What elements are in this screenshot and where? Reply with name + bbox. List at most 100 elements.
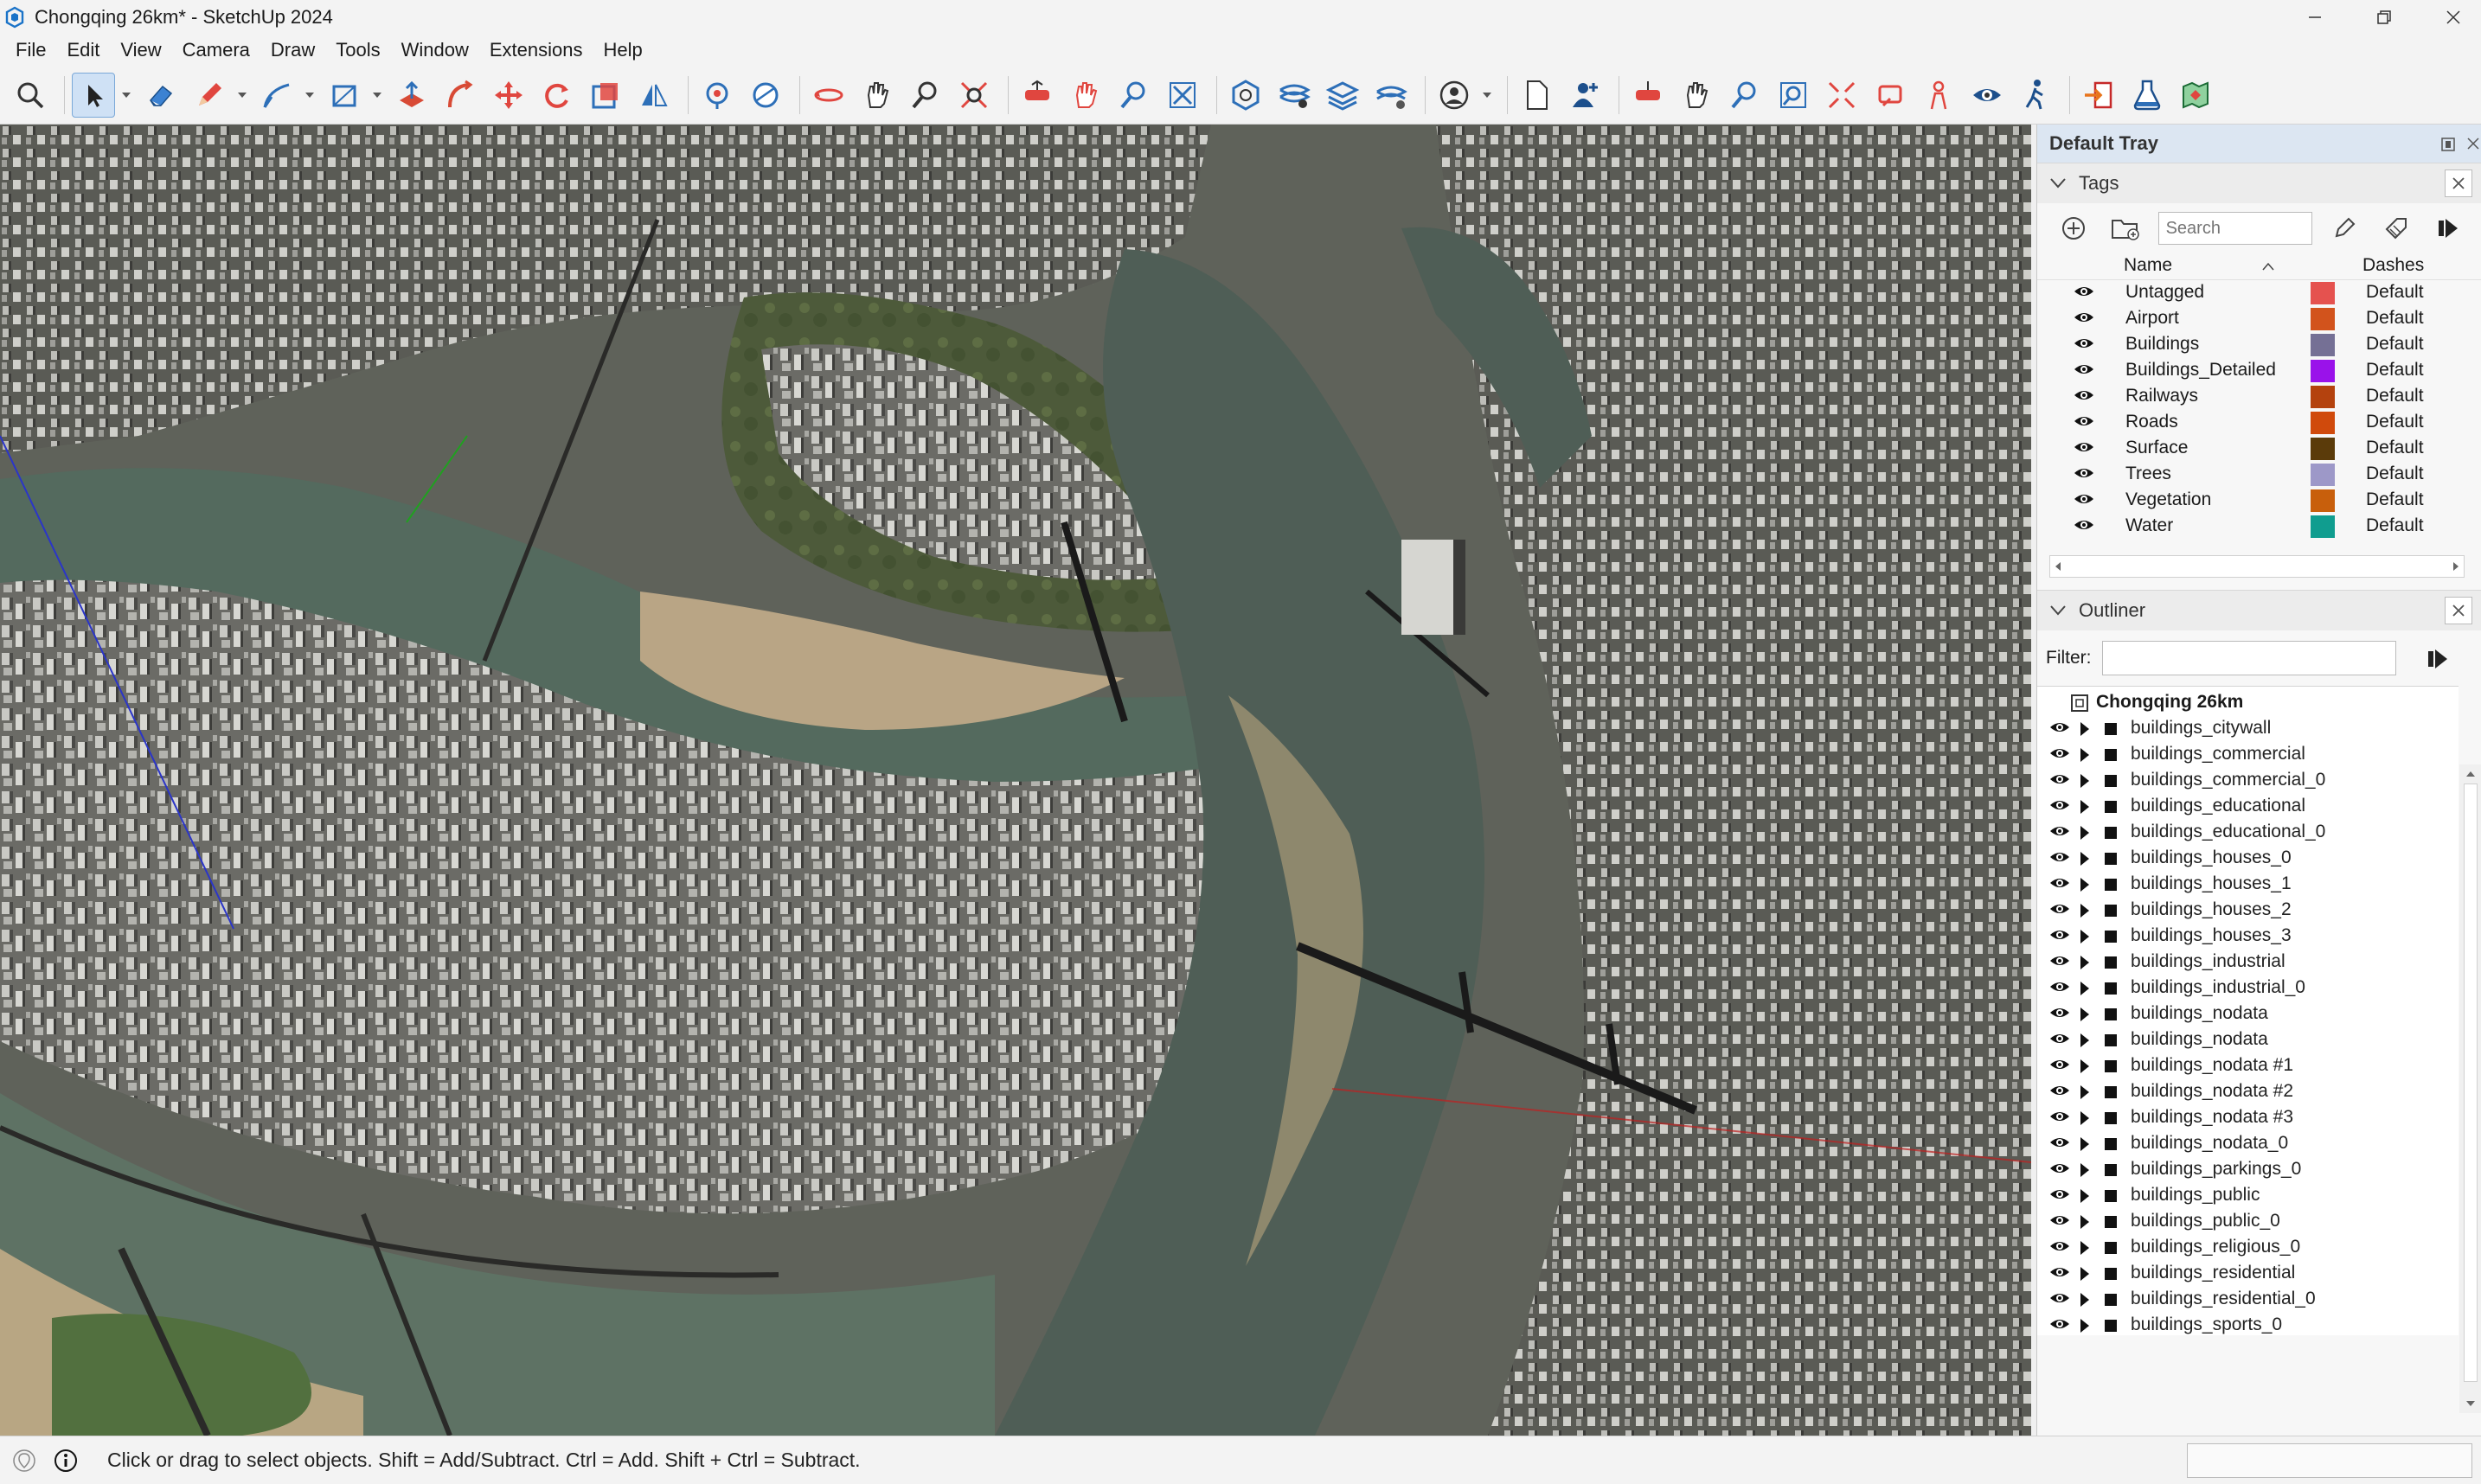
search-tool[interactable] [9, 73, 52, 118]
outliner-row[interactable]: buildings_educational_0 [2037, 820, 2459, 846]
tag-name[interactable]: Untagged [2125, 282, 2204, 303]
outliner-item-name[interactable]: buildings_residential_0 [2131, 1289, 2316, 1309]
outliner-row[interactable]: buildings_citywall [2037, 716, 2459, 742]
expand-arrow-icon[interactable] [2079, 877, 2091, 892]
expand-arrow-icon[interactable] [2079, 1214, 2091, 1230]
tags-panel-header[interactable]: Tags [2037, 163, 2481, 203]
expand-arrow-icon[interactable] [2079, 1136, 2091, 1152]
add-tag-button[interactable] [2055, 209, 2093, 247]
outliner-row[interactable]: buildings_religious_0 [2037, 1235, 2459, 1261]
menu-extensions[interactable]: Extensions [479, 35, 593, 66]
tags-horizontal-scrollbar[interactable] [2049, 555, 2465, 578]
menu-edit[interactable]: Edit [56, 35, 110, 66]
add-tag-folder-button[interactable] [2106, 209, 2144, 247]
zoom-window-tool[interactable] [1161, 73, 1204, 118]
outliner-row[interactable]: buildings_industrial [2037, 950, 2459, 975]
tag-name[interactable]: Roads [2125, 412, 2178, 432]
export-tool[interactable] [2077, 73, 2120, 118]
tags-col-dashes[interactable]: Dashes [2362, 255, 2424, 276]
zoom-extents-alt-tool[interactable] [1820, 73, 1863, 118]
tag-dashes[interactable]: Default [2366, 334, 2424, 355]
scale-tool[interactable] [584, 73, 627, 118]
expand-arrow-icon[interactable] [2079, 721, 2091, 737]
line-tool[interactable] [255, 73, 298, 118]
tag-row[interactable]: Trees Default [2037, 462, 2481, 488]
tag-name[interactable]: Vegetation [2125, 489, 2211, 510]
eye-visible-icon[interactable] [2074, 284, 2094, 299]
tag-dashes[interactable]: Default [2366, 489, 2424, 510]
previous-view-tool[interactable] [1869, 73, 1912, 118]
terrain-tool[interactable] [1369, 73, 1413, 118]
eye-visible-icon[interactable] [2049, 771, 2070, 787]
paint-bucket-tool[interactable] [696, 73, 739, 118]
move-tool[interactable] [487, 73, 530, 118]
outliner-row[interactable]: buildings_parkings_0 [2037, 1157, 2459, 1183]
tag-color-swatch[interactable] [2311, 464, 2335, 486]
outliner-row[interactable]: buildings_sports_0 [2037, 1313, 2459, 1339]
expand-arrow-icon[interactable] [2079, 929, 2091, 944]
tag-dashes[interactable]: Default [2366, 438, 2424, 458]
eye-visible-icon[interactable] [2049, 875, 2070, 891]
expand-arrow-icon[interactable] [2079, 1033, 2091, 1048]
maximize-button[interactable] [2346, 0, 2422, 35]
position-camera-tool[interactable] [1917, 73, 1960, 118]
zoom-alt-tool[interactable] [1112, 73, 1156, 118]
tag-name[interactable]: Airport [2125, 308, 2179, 329]
eraser-tool[interactable] [139, 73, 183, 118]
outliner-item-name[interactable]: buildings_nodata [2131, 1029, 2268, 1050]
eye-visible-icon[interactable] [2049, 979, 2070, 995]
outliner-row[interactable]: buildings_nodata #1 [2037, 1053, 2459, 1079]
eye-visible-icon[interactable] [2074, 361, 2094, 377]
tag-row[interactable]: Untagged Default [2037, 280, 2481, 306]
follow-me-tool[interactable] [439, 73, 482, 118]
eye-visible-icon[interactable] [2049, 1264, 2070, 1280]
expand-arrow-icon[interactable] [2079, 1292, 2091, 1308]
eye-visible-icon[interactable] [2049, 1316, 2070, 1332]
outliner-item-name[interactable]: buildings_nodata #1 [2131, 1055, 2293, 1076]
tags-details-button[interactable] [2429, 209, 2467, 247]
tag-row[interactable]: Roads Default [2037, 410, 2481, 436]
expand-arrow-icon[interactable] [2079, 1084, 2091, 1100]
line-dropdown[interactable] [304, 73, 316, 118]
outliner-panel-header[interactable]: Outliner [2037, 590, 2481, 630]
tag-dashes[interactable]: Default [2366, 464, 2424, 484]
outliner-item-name[interactable]: buildings_industrial_0 [2131, 977, 2305, 998]
outliner-row[interactable]: buildings_educational [2037, 794, 2459, 820]
zoom-window-alt-tool[interactable] [1772, 73, 1815, 118]
menu-tools[interactable]: Tools [325, 35, 390, 66]
walk-tool[interactable] [2014, 73, 2057, 118]
outliner-row[interactable]: buildings_houses_0 [2037, 846, 2459, 872]
rectangle-dropdown[interactable] [371, 73, 383, 118]
menu-file[interactable]: File [5, 35, 56, 66]
expand-arrow-icon[interactable] [2079, 1188, 2091, 1204]
account-tool[interactable] [1433, 73, 1476, 118]
eye-visible-icon[interactable] [2049, 1135, 2070, 1150]
menu-window[interactable]: Window [391, 35, 479, 66]
outliner-filter-input[interactable] [2101, 641, 2396, 675]
close-tags-panel-button[interactable] [2445, 170, 2472, 197]
eye-visible-icon[interactable] [2049, 1109, 2070, 1124]
tag-tool-button[interactable] [2326, 209, 2364, 247]
tag-row[interactable]: Vegetation Default [2037, 488, 2481, 514]
outliner-item-name[interactable]: buildings_religious_0 [2131, 1237, 2300, 1257]
outliner-row[interactable]: buildings_houses_1 [2037, 872, 2459, 898]
outliner-item-name[interactable]: buildings_residential [2131, 1263, 2295, 1283]
outliner-row[interactable]: buildings_public [2037, 1183, 2459, 1209]
eye-visible-icon[interactable] [2049, 1161, 2070, 1176]
solid-tools-tool[interactable] [1224, 73, 1267, 118]
color-by-tag-button[interactable] [2377, 209, 2415, 247]
tag-row[interactable]: Buildings_Detailed Default [2037, 358, 2481, 384]
new-file-tool[interactable] [1515, 73, 1558, 118]
orbit-tool[interactable] [807, 73, 850, 118]
eye-visible-icon[interactable] [2049, 720, 2070, 735]
tag-color-swatch[interactable] [2311, 412, 2335, 434]
outliner-item-name[interactable]: buildings_educational_0 [2131, 822, 2325, 842]
tag-color-swatch[interactable] [2311, 308, 2335, 330]
eye-visible-icon[interactable] [2049, 901, 2070, 917]
eye-visible-icon[interactable] [2074, 413, 2094, 429]
expand-arrow-icon[interactable] [2079, 747, 2091, 763]
add-user-tool[interactable] [1563, 73, 1606, 118]
eye-visible-icon[interactable] [2049, 745, 2070, 761]
expand-arrow-icon[interactable] [2079, 1266, 2091, 1282]
select-tool[interactable] [72, 72, 115, 118]
